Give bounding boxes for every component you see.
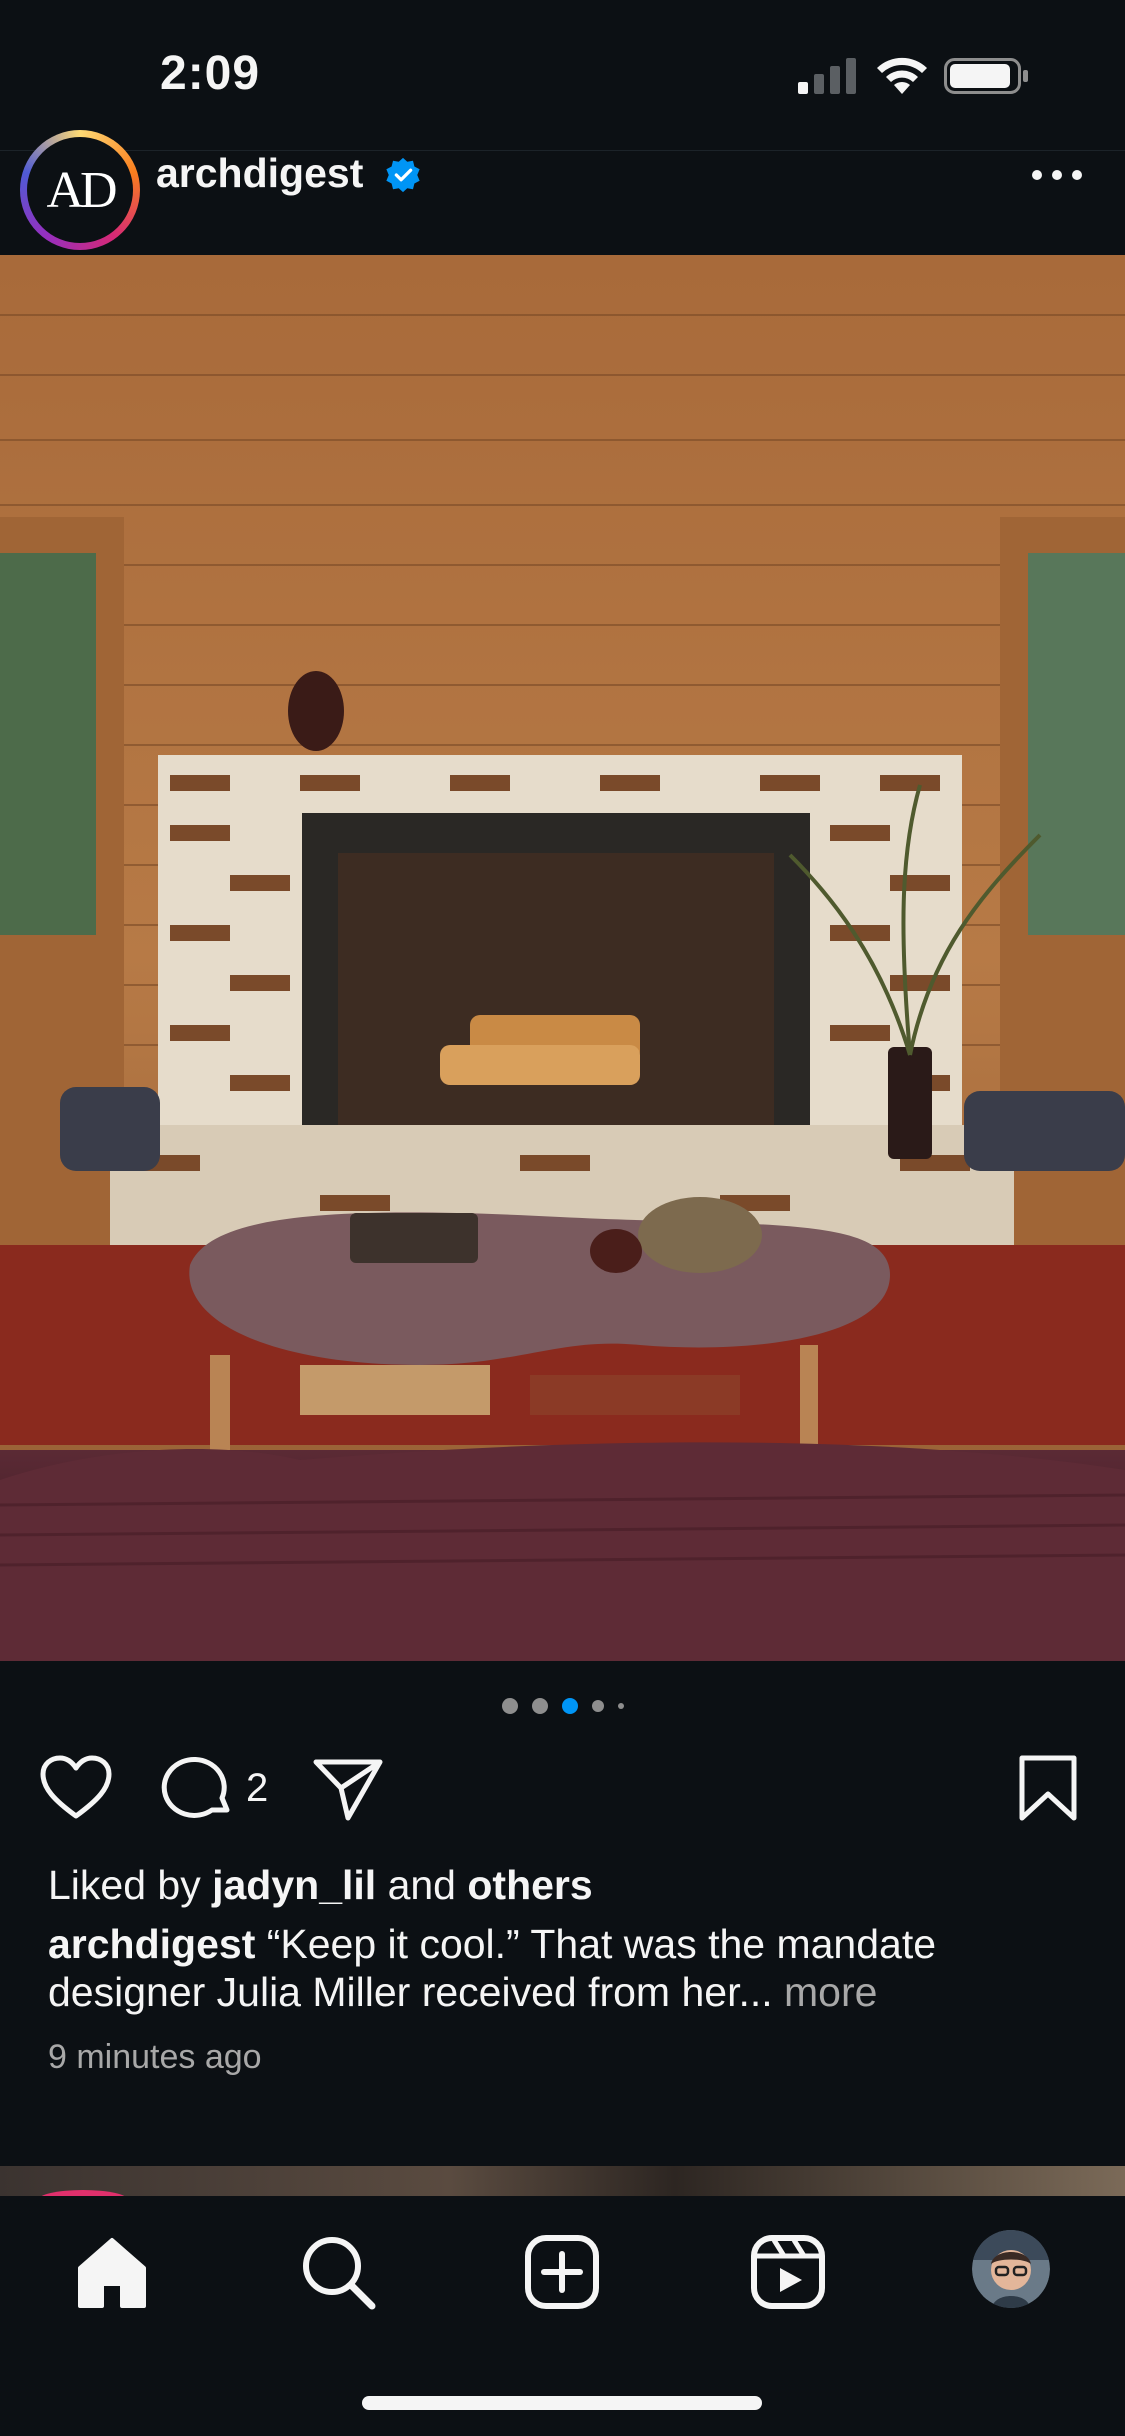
caption-more-link[interactable]: more (773, 1969, 877, 2015)
profile-avatar[interactable] (972, 2230, 1050, 2308)
carousel-indicator (0, 1698, 1125, 1714)
battery-icon (944, 58, 1028, 94)
next-post-preview (0, 2166, 1125, 2196)
status-time: 2:09 (160, 47, 261, 100)
wifi-icon (877, 57, 927, 94)
post-image[interactable] (0, 255, 1125, 1661)
home-icon[interactable] (72, 2232, 152, 2312)
home-indicator (362, 2396, 762, 2410)
post-caption: archdigest “Keep it cool.” That was the … (48, 1920, 1048, 2016)
save-bookmark-icon[interactable] (1010, 1754, 1086, 1822)
avatar-logo: AD (33, 143, 127, 237)
avatar[interactable]: AD (27, 137, 133, 243)
share-paper-plane-icon[interactable] (310, 1754, 386, 1822)
carousel-dot (531, 1698, 548, 1714)
liked-by-user[interactable]: jadyn_lil (212, 1862, 376, 1908)
create-icon[interactable] (522, 2232, 602, 2312)
likes-summary[interactable]: Liked by jadyn_lil and others (48, 1862, 593, 1909)
likes-middle: and (376, 1862, 468, 1908)
like-heart-icon[interactable] (38, 1754, 114, 1822)
comment-count: 2 (246, 1766, 269, 1810)
likes-prefix: Liked by (48, 1862, 213, 1908)
search-icon[interactable] (298, 2232, 378, 2312)
carousel-dot (501, 1698, 518, 1714)
comment-bubble-icon[interactable] (160, 1754, 236, 1822)
post-username[interactable]: archdigest (156, 150, 363, 197)
carousel-dot (591, 1700, 604, 1712)
caption-username[interactable]: archdigest (48, 1921, 255, 1967)
more-options-icon[interactable] (1030, 165, 1084, 185)
carousel-dot-active (561, 1698, 578, 1714)
likes-others[interactable]: others (467, 1862, 592, 1908)
post-timestamp: 9 minutes ago (48, 2038, 262, 2076)
cellular-signal-icon (798, 58, 856, 94)
verified-badge-icon (386, 157, 420, 193)
reels-icon[interactable] (748, 2232, 828, 2312)
carousel-dot (617, 1703, 624, 1709)
